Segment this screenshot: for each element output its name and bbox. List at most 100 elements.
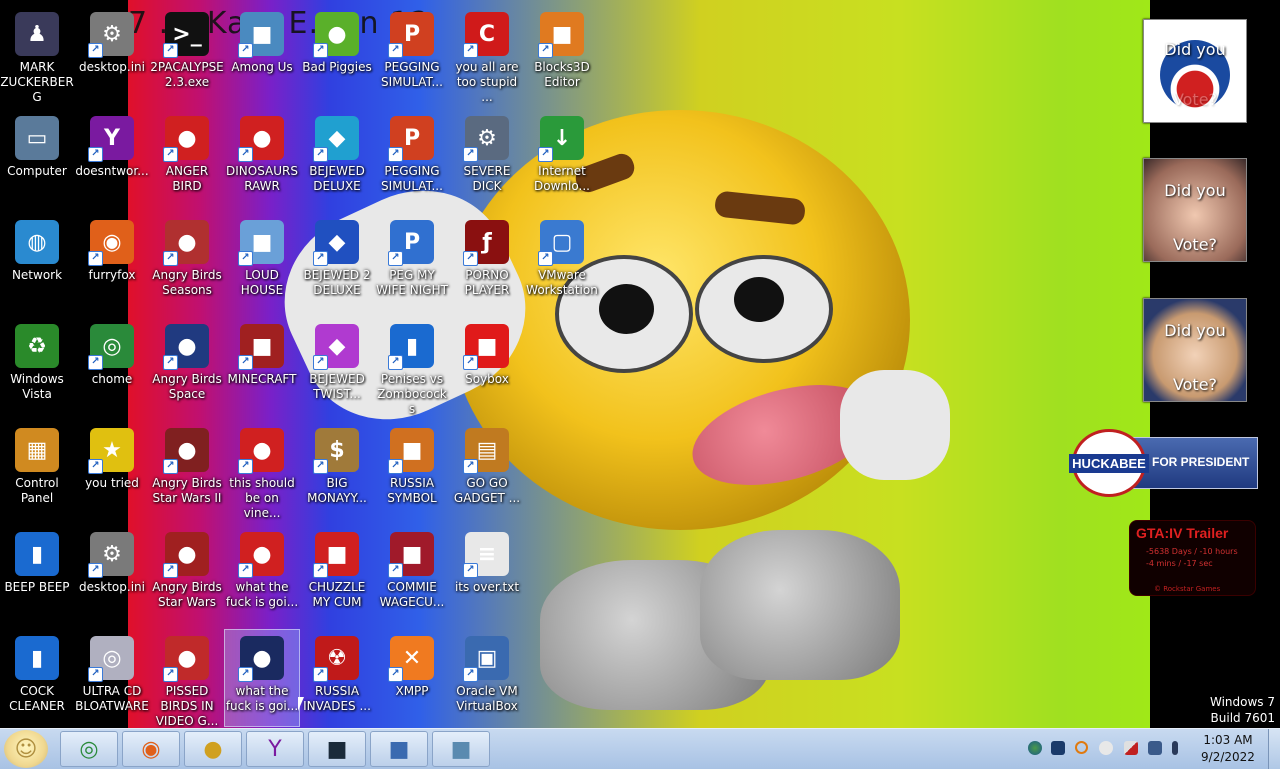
- shortcut-arrow-icon: ↗: [388, 667, 403, 682]
- desktop-icon[interactable]: ◉ ↗ furryfox: [75, 214, 149, 310]
- shortcut-arrow-icon: ↗: [88, 563, 103, 578]
- desktop-icon[interactable]: ◆ ↗ BEJEWED DELUXE: [300, 110, 374, 206]
- firefox-icon: ◉ ↗: [88, 220, 134, 266]
- desktop-icon[interactable]: ■ ↗ LOUD HOUSE: [225, 214, 299, 310]
- desktop-icon[interactable]: ☢ ↗ RUSSIA INVADES ...: [300, 630, 374, 726]
- computer-icon: ▭: [15, 116, 59, 160]
- desktop-icon[interactable]: ■ ↗ Soybox: [450, 318, 524, 414]
- taskbar-among-us[interactable]: ●: [184, 731, 242, 767]
- angry-bird-icon: ● ↗: [238, 636, 284, 682]
- desktop-icon[interactable]: ▭ Computer: [0, 110, 74, 206]
- desktop-icon[interactable]: ◆ ↗ BEJEWED TWIST...: [300, 318, 374, 414]
- desktop-icon[interactable]: ◎ ↗ ULTRA CD BLOATWARE: [75, 630, 149, 726]
- desktop-icon[interactable]: ● ↗ Angry Birds Seasons: [150, 214, 224, 310]
- tray-network-globe-icon[interactable]: [1028, 741, 1042, 755]
- desktop-icon[interactable]: ▢ ↗ VMware Workstation: [525, 214, 599, 310]
- desktop-icon-label: furryfox: [88, 268, 136, 282]
- desktop-icon[interactable]: ✕ ↗ XMPP: [375, 630, 449, 726]
- desktop-icon[interactable]: ● ↗ what the fuck is goi...: [225, 526, 299, 622]
- taskbar-yahoo[interactable]: Y: [246, 731, 304, 767]
- shortcut-arrow-icon: ↗: [88, 43, 103, 58]
- desktop-icon[interactable]: ♻ Windows Vista: [0, 318, 74, 414]
- desktop-icon[interactable]: ◆ ↗ BEJEWED 2 DELUXE: [300, 214, 374, 310]
- desktop-icon[interactable]: ▮ COCK CLEANER: [0, 630, 74, 726]
- vote-gadget-1-line1: Did you: [1164, 40, 1226, 59]
- desktop-icon[interactable]: ■ ↗ RUSSIA SYMBOL: [375, 422, 449, 518]
- desktop-icon[interactable]: ● ↗ this should be on vine...: [225, 422, 299, 520]
- desktop-icon[interactable]: ≡ ↗ its over.txt: [450, 526, 524, 622]
- desktop-icon[interactable]: >_ ↗ 2PACALYPSE 2.3.exe: [150, 6, 224, 102]
- desktop-icon[interactable]: ● ↗ DINOSAURS RAWR: [225, 110, 299, 206]
- xampp-icon: ✕ ↗: [388, 636, 434, 682]
- desktop-icon[interactable]: ↓ ↗ Internet Downlo...: [525, 110, 599, 206]
- desktop-icon[interactable]: ● ↗ Angry Birds Star Wars: [150, 526, 224, 622]
- shortcut-arrow-icon: ↗: [238, 667, 253, 682]
- desktop-icon[interactable]: ● ↗ what the fuck is goi...: [224, 629, 300, 727]
- desktop-icon[interactable]: ■ ↗ COMMIE WAGECU...: [375, 526, 449, 622]
- start-button[interactable]: ☺: [4, 730, 48, 768]
- tray-app-icon[interactable]: [1051, 741, 1065, 755]
- vote-gadget-3[interactable]: Did you Vote?: [1143, 298, 1247, 402]
- desktop-icon[interactable]: Y ↗ doesntwor...: [75, 110, 149, 206]
- desktop-icon-label: this should be on vine...: [229, 476, 295, 520]
- tray-search-icon[interactable]: [1075, 741, 1088, 754]
- desktop-icon[interactable]: P ↗ PEG MY WIFE NIGHT: [375, 214, 449, 310]
- desktop-icon[interactable]: ■ ↗ Among Us: [225, 6, 299, 102]
- desktop-icon[interactable]: ● ↗ Angry Birds Space: [150, 318, 224, 414]
- desktop-icon[interactable]: ▤ ↗ GO GO GADGET ...: [450, 422, 524, 518]
- desktop-icon[interactable]: ♟ MARK ZUCKERBERG: [0, 6, 74, 104]
- desktop-icon[interactable]: ■ ↗ Blocks3D Editor: [525, 6, 599, 102]
- desktop-icon-label: Among Us: [231, 60, 293, 74]
- desktop-icon[interactable]: ⚙ ↗ desktop.ini: [75, 526, 149, 622]
- vote-gadget-2[interactable]: Did you Vote?: [1143, 158, 1247, 262]
- taskbar-chrome[interactable]: ◎: [60, 731, 118, 767]
- shortcut-arrow-icon: ↗: [388, 459, 403, 474]
- taskbar-firefox[interactable]: ◉: [122, 731, 180, 767]
- desktop-icon[interactable]: ▮ BEEP BEEP: [0, 526, 74, 622]
- desktop-icon[interactable]: P ↗ PEGGING SIMULAT...: [375, 110, 449, 206]
- desktop-icon[interactable]: ▣ ↗ Oracle VM VirtualBox: [450, 630, 524, 726]
- tray-chat-icon[interactable]: [1099, 741, 1113, 755]
- clock[interactable]: 1:03 AM 9/2/2022: [1196, 732, 1260, 766]
- desktop-icon[interactable]: ▦ Control Panel: [0, 422, 74, 518]
- desktop-icon-label: GO GO GADGET ...: [453, 476, 521, 505]
- desktop-icon[interactable]: ● ↗ Bad Piggies: [300, 6, 374, 102]
- huckabee-gadget[interactable]: HUCKABEE FOR PRESIDENT: [1069, 429, 1258, 497]
- game-icon: ■ ↗: [238, 324, 284, 370]
- taskbar-app[interactable]: ■: [308, 731, 366, 767]
- desktop-icon[interactable]: ■ ↗ CHUZZLE MY CUM: [300, 526, 374, 622]
- desktop-icon[interactable]: ★ ↗ you tried: [75, 422, 149, 518]
- desktop-icon[interactable]: ● ↗ PISSED BIRDS IN VIDEO G...: [150, 630, 224, 728]
- desktop-icon[interactable]: ■ ↗ MINECRAFT: [225, 318, 299, 414]
- vote-gadget-3-line2: Vote?: [1172, 375, 1218, 394]
- desktop-icon[interactable]: ⚙ ↗ SEVERE DICK: [450, 110, 524, 206]
- gta-title: GTA:IV Trailer: [1136, 525, 1229, 541]
- desktop-icon-label: PISSED BIRDS IN VIDEO G...: [155, 684, 219, 728]
- shortcut-arrow-icon: ↗: [88, 251, 103, 266]
- tray-volume-icon[interactable]: [1172, 741, 1178, 755]
- desktop-icon[interactable]: P ↗ PEGGING SIMULAT...: [375, 6, 449, 102]
- desktop-icon[interactable]: ● ↗ Angry Birds Star Wars II: [150, 422, 224, 518]
- tray-network-icon[interactable]: [1148, 741, 1162, 755]
- vote-gadget-1[interactable]: Did you Vote?: [1143, 19, 1247, 123]
- desktop-icon[interactable]: ◎ ↗ chome: [75, 318, 149, 414]
- tray-flag-icon[interactable]: [1124, 741, 1138, 755]
- angry-bird-icon: ● ↗: [163, 116, 209, 162]
- windows-watermark: Windows 7 Build 7601: [1210, 694, 1275, 726]
- app-icon: ■: [388, 736, 410, 762]
- desktop-icon[interactable]: $ ↗ BIG MONAYY...: [300, 422, 374, 518]
- chrome-icon: ◎ ↗: [88, 324, 134, 370]
- desktop-icon-label: BEEP BEEP: [4, 580, 70, 594]
- taskbar-app3[interactable]: ■: [432, 731, 490, 767]
- desktop-icon[interactable]: ● ↗ ANGER BIRD: [150, 110, 224, 206]
- gta-countdown-gadget[interactable]: GTA:IV Trailer -5638 Days / -10 hours -4…: [1129, 520, 1256, 596]
- desktop-icon[interactable]: ◍ Network: [0, 214, 74, 310]
- taskbar-app2[interactable]: ■: [370, 731, 428, 767]
- desktop-icon[interactable]: ⚙ ↗ desktop.ini: [75, 6, 149, 102]
- desktop-icon[interactable]: C ↗ you all are too stupid ...: [450, 6, 524, 104]
- among-us-icon: ●: [203, 736, 223, 762]
- vote-gadget-3-line1: Did you: [1164, 321, 1226, 340]
- desktop-icon[interactable]: ƒ ↗ PORNO PLAYER: [450, 214, 524, 310]
- desktop-icon[interactable]: ▮ ↗ Penises vs Zombococks: [375, 318, 449, 416]
- show-desktop-button[interactable]: [1268, 729, 1280, 769]
